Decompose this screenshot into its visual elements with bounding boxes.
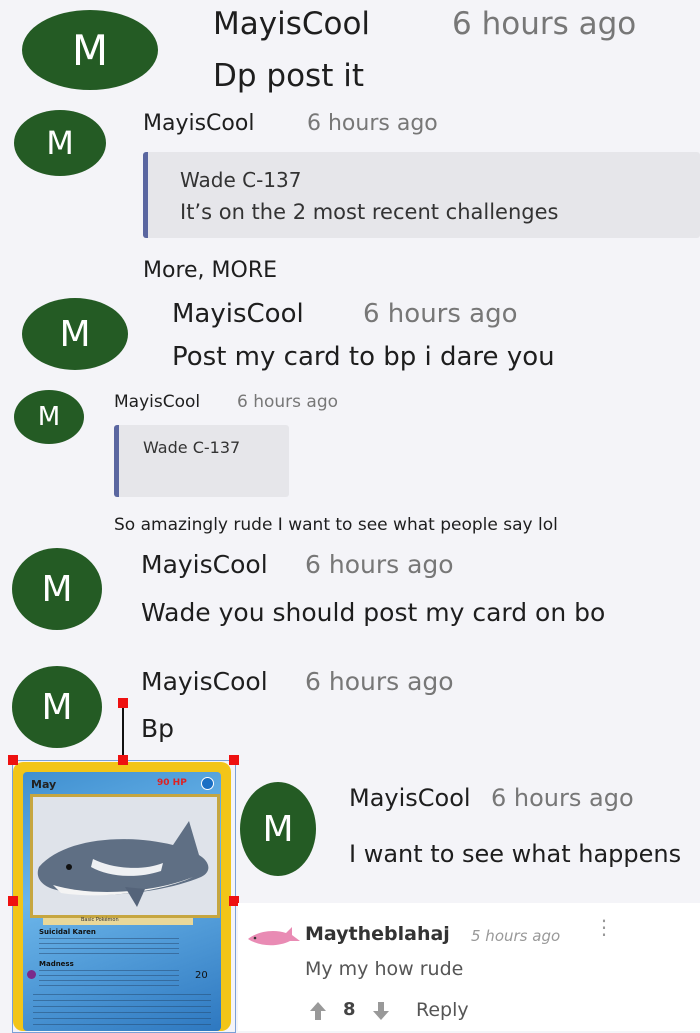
comment-timestamp: 6 hours ago [307, 111, 438, 136]
comment-timestamp: 6 hours ago [363, 299, 518, 329]
avatar[interactable]: M [12, 548, 102, 630]
reply-author[interactable]: Maytheblahaj [305, 923, 450, 945]
reply-button[interactable]: Reply [416, 999, 469, 1021]
quote-author: Wade C-137 [143, 438, 241, 457]
comment-author[interactable]: MayisCool [172, 299, 304, 329]
comment-author[interactable]: MayisCool [141, 667, 268, 696]
quote-text: It’s on the 2 most recent challenges [180, 200, 559, 224]
avatar[interactable]: M [14, 390, 84, 444]
resize-handle-top[interactable] [118, 755, 128, 765]
comment-author[interactable]: MayisCool [141, 550, 268, 579]
comment-text: So amazingly rude I want to see what peo… [114, 515, 558, 535]
comment-author[interactable]: MayisCool [349, 784, 471, 812]
rotate-handle[interactable] [118, 698, 128, 708]
comment-timestamp: 6 hours ago [491, 784, 634, 812]
vote-count: 8 [343, 999, 356, 1020]
resize-handle-top-right[interactable] [229, 755, 239, 765]
avatar[interactable]: M [240, 782, 316, 876]
avatar[interactable]: M [14, 110, 106, 176]
comment-timestamp: 6 hours ago [452, 6, 637, 42]
comment-author[interactable]: MayisCool [213, 6, 370, 42]
comment-timestamp: 6 hours ago [305, 667, 454, 696]
quote-author: Wade C-137 [180, 168, 302, 192]
comment-author[interactable]: MayisCool [143, 111, 254, 136]
resize-handle-top-left[interactable] [8, 755, 18, 765]
quoted-comment[interactable]: Wade C-137 [114, 425, 289, 497]
comment-timestamp: 6 hours ago [305, 550, 454, 579]
avatar[interactable]: M [22, 10, 158, 90]
upvote-icon[interactable] [309, 1001, 327, 1021]
comment-text: Wade you should post my card on bo [141, 598, 606, 627]
reply-text: My my how rude [305, 958, 464, 980]
downvote-icon[interactable] [372, 1001, 390, 1021]
quoted-comment[interactable]: Wade C-137 It’s on the 2 most recent cha… [143, 152, 700, 238]
comment-author[interactable]: MayisCool [114, 392, 200, 412]
comment-text: More, MORE [143, 258, 278, 283]
resize-handle-left[interactable] [8, 896, 18, 906]
more-options-icon[interactable]: ⋮ [594, 917, 614, 947]
comment-text: Dp post it [213, 58, 364, 94]
comment-text: Bp [141, 714, 175, 743]
pink-shark-avatar-icon[interactable] [246, 925, 302, 951]
comment-text: Post my card to bp i dare you [172, 342, 555, 372]
reply-timestamp: 5 hours ago [471, 927, 561, 945]
comment-text: I want to see what happens [349, 840, 682, 868]
reply-comment: Maytheblahaj 5 hours ago ⋮ My my how rud… [238, 903, 700, 1031]
avatar[interactable]: M [22, 298, 128, 370]
selection-outline [12, 760, 236, 1033]
comment-timestamp: 6 hours ago [237, 392, 339, 412]
rotate-line [122, 705, 124, 760]
avatar[interactable]: M [12, 666, 102, 748]
